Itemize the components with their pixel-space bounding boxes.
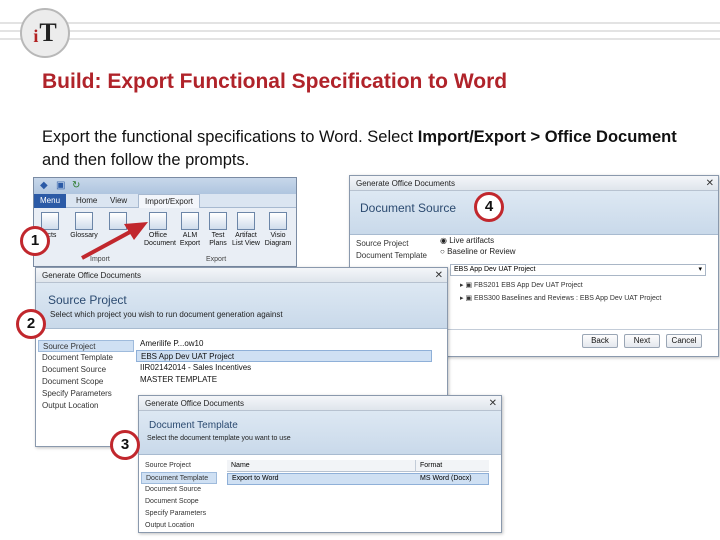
step-marker-1: 1 <box>20 226 50 256</box>
step-marker-2: 2 <box>16 309 46 339</box>
step-marker-3: 3 <box>110 430 140 460</box>
arrow-head <box>124 222 148 240</box>
pointer-arrow <box>81 222 148 260</box>
arrow-shaft <box>81 230 131 260</box>
step-marker-4: 4 <box>474 192 504 222</box>
